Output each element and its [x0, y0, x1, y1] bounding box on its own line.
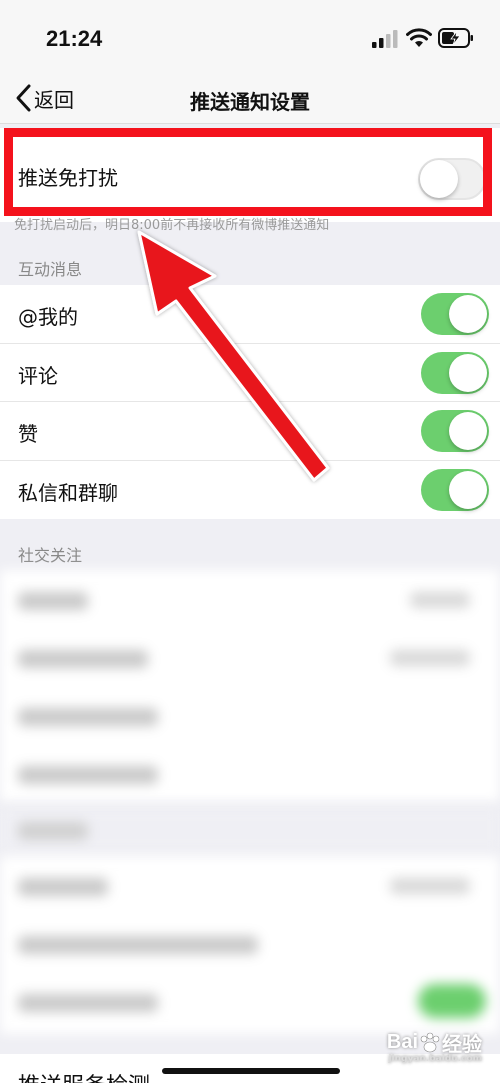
annotation-arrow-icon — [137, 230, 330, 482]
baidu-watermark: Bai 经验 jingyan.baidu.com — [386, 1028, 482, 1064]
watermark-url: jingyan.baidu.com — [388, 1054, 482, 1064]
baidu-paw-icon — [420, 1032, 440, 1052]
watermark-brand-2: 经验 — [442, 1034, 482, 1056]
watermark-brand: Bai — [386, 1031, 418, 1053]
